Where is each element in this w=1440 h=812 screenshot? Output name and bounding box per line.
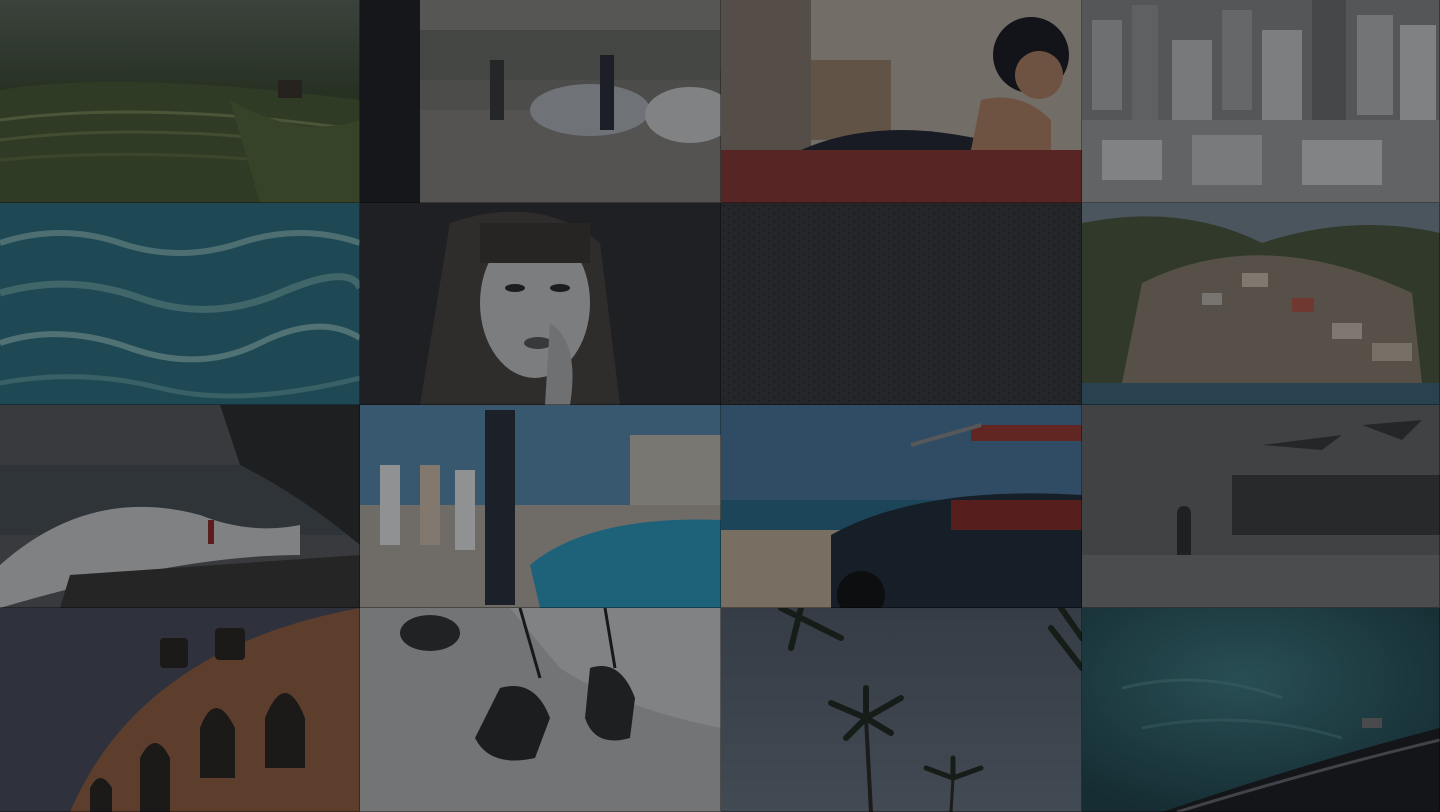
photo-grid (0, 0, 1440, 812)
photo-city-aerial-bw (1082, 0, 1440, 203)
photo-tile-street-protest[interactable] (360, 0, 721, 203)
photo-tile-palm-trees[interactable] (721, 608, 1082, 812)
photo-sand-texture (721, 203, 1082, 405)
photo-hanging-bells (360, 608, 721, 812)
photo-wave-rocks (0, 405, 360, 608)
photo-sea-aerial (1082, 608, 1440, 812)
photo-tile-colosseum-arches[interactable] (0, 608, 360, 812)
photo-tile-hanging-bells[interactable] (360, 608, 721, 812)
photo-tile-positano-coast[interactable] (1082, 203, 1440, 405)
photo-tile-sand-texture[interactable] (721, 203, 1082, 405)
photo-colosseum-arches (0, 608, 360, 812)
photo-woman-on-bed (721, 0, 1082, 203)
photo-tile-sea-aerial[interactable] (1082, 608, 1440, 812)
photo-foggy-stage (1082, 405, 1440, 608)
photo-street-protest (360, 0, 721, 203)
photo-tile-woman-on-bed[interactable] (721, 0, 1082, 203)
photo-tile-rice-terraces[interactable] (0, 0, 360, 203)
photo-skatepark-pool (360, 405, 721, 608)
photo-positano-coast (1082, 203, 1440, 405)
photo-tile-foggy-stage[interactable] (1082, 405, 1440, 608)
photo-palm-trees (721, 608, 1082, 812)
photo-tile-bw-portrait[interactable] (360, 203, 721, 405)
photo-tile-wave-rocks[interactable] (0, 405, 360, 608)
photo-tile-skatepark-pool[interactable] (360, 405, 721, 608)
photo-convertible-beach (721, 405, 1082, 608)
photo-tile-city-aerial-bw[interactable] (1082, 0, 1440, 203)
photo-bw-portrait (360, 203, 721, 405)
photo-water-surface (0, 203, 360, 405)
photo-tile-water-surface[interactable] (0, 203, 360, 405)
photo-tile-convertible-beach[interactable] (721, 405, 1082, 608)
photo-rice-terraces (0, 0, 360, 203)
